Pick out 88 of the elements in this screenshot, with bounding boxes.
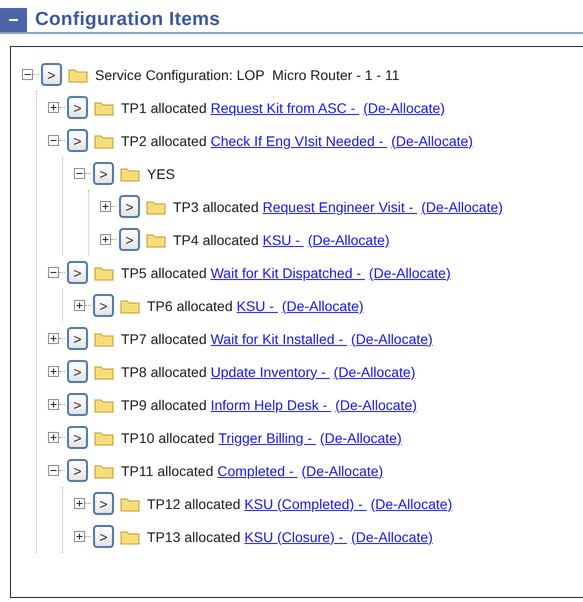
node-label: YES: [147, 166, 176, 182]
folder-icon: [120, 298, 140, 314]
task-link[interactable]: KSU -: [236, 298, 278, 314]
deallocate-link[interactable]: (De-Allocate): [363, 100, 445, 116]
folder-icon: [94, 430, 114, 446]
task-link[interactable]: Wait for Kit Dispatched -: [210, 264, 365, 280]
expand-icon[interactable]: [100, 234, 111, 245]
folder-icon: [120, 528, 140, 544]
go-button[interactable]: >: [67, 96, 88, 119]
expand-icon[interactable]: [48, 102, 59, 113]
deallocate-link[interactable]: (De-Allocate): [302, 462, 384, 478]
go-button[interactable]: >: [67, 327, 88, 350]
go-button[interactable]: >: [67, 129, 88, 152]
task-link[interactable]: Trigger Billing -: [218, 430, 316, 446]
node-label: TP9 allocated: [121, 396, 207, 412]
folder-icon: [68, 66, 88, 82]
deallocate-link[interactable]: (De-Allocate): [368, 264, 451, 280]
collapse-button[interactable]: −: [0, 8, 27, 32]
folder-icon: [94, 100, 114, 116]
expand-icon[interactable]: [48, 366, 59, 377]
expand-icon[interactable]: [48, 432, 59, 443]
go-button[interactable]: >: [67, 393, 88, 416]
go-button[interactable]: >: [67, 261, 88, 284]
deallocate-link[interactable]: (De-Allocate): [391, 132, 473, 148]
go-button[interactable]: >: [119, 228, 140, 251]
deallocate-link[interactable]: (De-Allocate): [351, 330, 433, 346]
folder-icon: [120, 166, 140, 182]
go-button[interactable]: >: [119, 195, 140, 218]
expand-icon[interactable]: [74, 300, 85, 311]
node-label: Service Configuration: LOP Micro Router - 1 - 11: [95, 66, 400, 82]
node-label: TP1 allocated: [121, 100, 207, 116]
expand-icon[interactable]: [48, 333, 59, 344]
go-button[interactable]: >: [93, 294, 114, 317]
go-button[interactable]: >: [41, 63, 62, 86]
task-link[interactable]: Check If Eng VIsit Needed -: [210, 132, 388, 148]
go-button[interactable]: >: [93, 492, 114, 515]
node-label: TP10 allocated: [121, 430, 214, 446]
go-button[interactable]: >: [67, 426, 88, 449]
expand-icon[interactable]: [74, 498, 85, 509]
folder-icon: [94, 462, 114, 478]
collapse-icon[interactable]: [48, 135, 59, 146]
task-link[interactable]: Completed -: [217, 462, 298, 478]
collapse-icon[interactable]: [48, 465, 59, 476]
task-link[interactable]: Update Inventory -: [210, 364, 330, 380]
deallocate-link[interactable]: (De-Allocate): [320, 430, 402, 446]
task-link[interactable]: Inform Help Desk -: [210, 396, 332, 412]
folder-icon: [94, 330, 114, 346]
task-link[interactable]: Request Kit from ASC -: [210, 100, 360, 116]
go-button[interactable]: >: [67, 459, 88, 482]
folder-icon: [94, 132, 114, 148]
collapse-icon[interactable]: [48, 267, 59, 278]
deallocate-link[interactable]: (De-Allocate): [421, 198, 503, 214]
task-link[interactable]: Wait for Kit Installed -: [210, 330, 348, 346]
node-label: TP6 allocated: [147, 298, 233, 314]
go-button[interactable]: >: [93, 162, 114, 185]
node-label: TP7 allocated: [121, 330, 207, 346]
node-label: TP11 allocated: [121, 462, 214, 478]
section-title: Configuration Items: [35, 9, 220, 31]
node-label: TP8 allocated: [121, 364, 207, 380]
node-label: TP4 allocated: [173, 232, 259, 248]
collapse-icon[interactable]: [74, 168, 85, 179]
expand-icon[interactable]: [48, 399, 59, 410]
folder-icon: [120, 496, 140, 512]
go-button[interactable]: >: [93, 525, 114, 548]
folder-icon: [94, 264, 114, 280]
task-link[interactable]: KSU (Completed) -: [244, 496, 367, 512]
task-link[interactable]: KSU (Closure) -: [244, 528, 348, 544]
node-label: TP13 allocated: [147, 528, 240, 544]
folder-icon: [94, 364, 114, 380]
node-label: TP5 allocated: [121, 264, 207, 280]
go-button[interactable]: >: [67, 360, 88, 383]
deallocate-link[interactable]: (De-Allocate): [351, 528, 433, 544]
folder-icon: [146, 198, 166, 214]
deallocate-link[interactable]: (De-Allocate): [308, 232, 390, 248]
deallocate-link[interactable]: (De-Allocate): [335, 396, 417, 412]
node-label: TP3 allocated: [173, 198, 259, 214]
task-link[interactable]: Request Engineer Visit -: [262, 198, 418, 214]
folder-icon: [94, 396, 114, 412]
deallocate-link[interactable]: (De-Allocate): [334, 364, 416, 380]
deallocate-link[interactable]: (De-Allocate): [282, 298, 364, 314]
expand-icon[interactable]: [100, 201, 111, 212]
folder-icon: [146, 232, 166, 248]
task-link[interactable]: KSU -: [262, 232, 304, 248]
deallocate-link[interactable]: (De-Allocate): [370, 496, 452, 512]
expand-icon[interactable]: [74, 531, 85, 542]
node-label: TP12 allocated: [147, 496, 240, 512]
node-label: TP2 allocated: [121, 132, 207, 148]
collapse-icon[interactable]: [22, 69, 33, 80]
